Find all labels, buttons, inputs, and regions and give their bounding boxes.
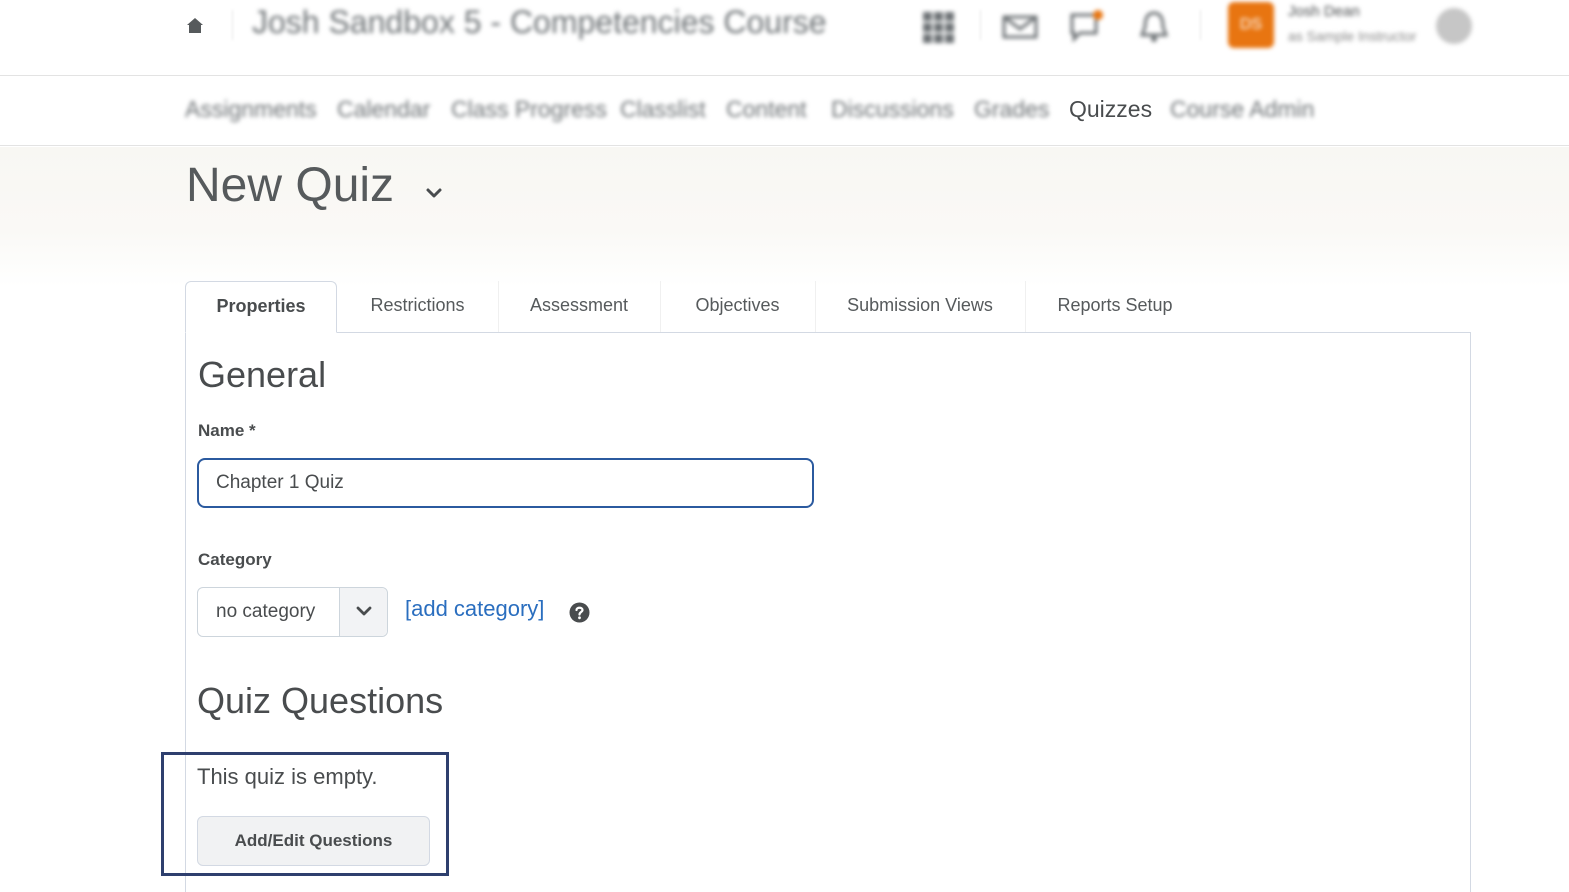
- avatar[interactable]: DS: [1228, 2, 1274, 48]
- chevron-down-icon[interactable]: [425, 186, 443, 200]
- category-value: no category: [216, 601, 316, 622]
- course-title[interactable]: Josh Sandbox 5 - Competencies Course: [252, 4, 827, 41]
- bell-icon[interactable]: [1136, 9, 1172, 45]
- quiz-name-input[interactable]: [197, 458, 814, 508]
- name-label: Name *: [198, 421, 256, 440]
- chat-icon[interactable]: [1068, 9, 1104, 45]
- home-icon[interactable]: [183, 13, 207, 37]
- divider: [980, 10, 981, 40]
- user-role: as Sample Instructor: [1288, 28, 1417, 44]
- page-title: New Quiz: [186, 159, 395, 212]
- nav-item-class-progress[interactable]: Class Progress: [451, 96, 607, 123]
- nav-item-classlist[interactable]: Classlist: [620, 96, 706, 123]
- nav-item-quizzes[interactable]: Quizzes: [1069, 96, 1152, 123]
- user-name[interactable]: Josh Dean: [1288, 3, 1360, 20]
- tab-assessment[interactable]: Assessment: [498, 281, 660, 333]
- quiz-questions-heading: Quiz Questions: [197, 680, 444, 721]
- help-icon[interactable]: [569, 602, 590, 623]
- course-navbar: Assignments Calendar Class Progress Clas…: [0, 76, 1569, 146]
- tab-properties[interactable]: Properties: [185, 281, 337, 333]
- select-toggle[interactable]: [339, 588, 387, 636]
- nav-item-content[interactable]: Content: [726, 96, 807, 123]
- settings-icon[interactable]: [1436, 8, 1472, 44]
- minibar: Josh Sandbox 5 - Competencies Course DS …: [0, 0, 1569, 76]
- general-heading: General: [198, 354, 327, 395]
- add-edit-questions-button[interactable]: Add/Edit Questions: [197, 816, 430, 866]
- chevron-down-icon: [356, 606, 372, 616]
- nav-item-grades[interactable]: Grades: [974, 96, 1049, 123]
- tab-reports-setup[interactable]: Reports Setup: [1025, 281, 1205, 333]
- empty-quiz-message: This quiz is empty.: [197, 764, 378, 789]
- mail-icon[interactable]: [1002, 9, 1038, 45]
- divider: [1200, 10, 1201, 40]
- nav-item-assignments[interactable]: Assignments: [185, 96, 317, 123]
- divider: [232, 10, 233, 40]
- tab-bar: Properties Restrictions Assessment Objec…: [185, 281, 1471, 333]
- nav-item-discussions[interactable]: Discussions: [831, 96, 954, 123]
- nav-item-calendar[interactable]: Calendar: [337, 96, 430, 123]
- nav-item-course-admin[interactable]: Course Admin: [1170, 96, 1314, 123]
- grid-icon[interactable]: [920, 9, 956, 45]
- add-category-link[interactable]: [add category]: [405, 596, 544, 622]
- tab-submission-views[interactable]: Submission Views: [815, 281, 1025, 333]
- category-label: Category: [198, 550, 272, 569]
- tab-restrictions[interactable]: Restrictions: [337, 281, 498, 333]
- tab-objectives[interactable]: Objectives: [660, 281, 815, 333]
- category-select[interactable]: no category: [197, 587, 388, 637]
